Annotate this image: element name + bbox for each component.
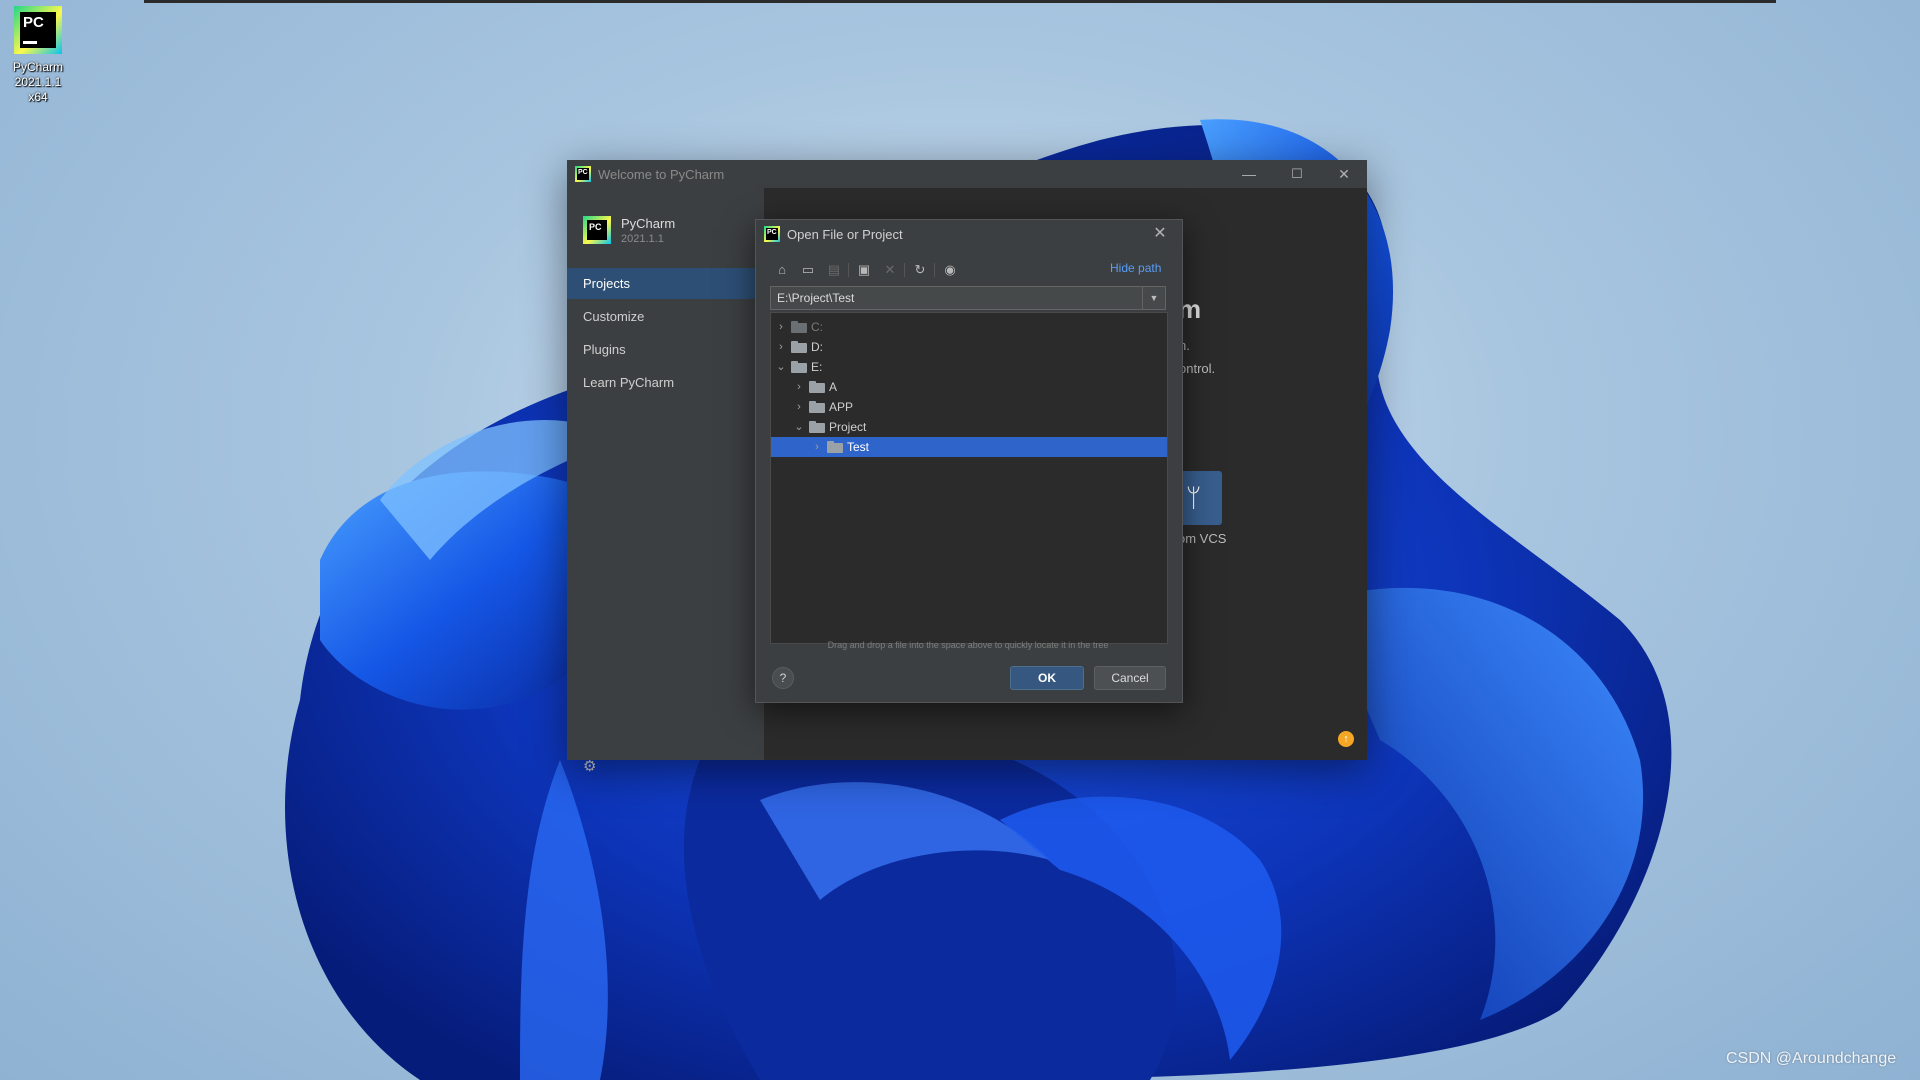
- chevron-down-icon[interactable]: ⌄: [793, 419, 805, 435]
- pycharm-logo-icon: PC: [14, 6, 62, 54]
- tree-row-a[interactable]: › A: [771, 377, 1167, 397]
- file-tree[interactable]: › C: › D: ⌄ E: › A › APP ⌄ Project › Tes…: [770, 312, 1168, 644]
- vcs-icon: ᛘ: [1185, 483, 1202, 513]
- drive-icon: [791, 321, 807, 333]
- tree-row-project[interactable]: ⌄ Project: [771, 417, 1167, 437]
- minimize-button[interactable]: —: [1239, 164, 1259, 184]
- tree-row-test[interactable]: › Test: [771, 437, 1167, 457]
- nav-customize[interactable]: Customize: [567, 301, 764, 332]
- folder-icon: [809, 421, 825, 433]
- hide-path-link[interactable]: Hide path: [1110, 261, 1161, 275]
- tree-row-c[interactable]: › C:: [771, 317, 1167, 337]
- drive-icon: [791, 361, 807, 373]
- refresh-icon[interactable]: ↻: [910, 260, 930, 280]
- product-version: 2021.1.1: [621, 233, 664, 245]
- dialog-close-button[interactable]: ✕: [1148, 222, 1172, 246]
- welcome-titlebar[interactable]: PC Welcome to PyCharm — ☐ ✕: [567, 160, 1367, 188]
- tree-row-d[interactable]: › D:: [771, 337, 1167, 357]
- dialog-title: Open File or Project: [787, 227, 903, 242]
- project-folder-icon[interactable]: ▤: [824, 260, 844, 280]
- nav-plugins[interactable]: Plugins: [567, 334, 764, 365]
- tree-row-app[interactable]: › APP: [771, 397, 1167, 417]
- window-close-button[interactable]: ✕: [1334, 164, 1354, 184]
- folder-icon: [809, 401, 825, 413]
- window-title: Welcome to PyCharm: [598, 167, 725, 182]
- chevron-right-icon[interactable]: ›: [793, 379, 805, 395]
- nav-learn-pycharm[interactable]: Learn PyCharm: [567, 367, 764, 398]
- open-file-dialog: PC Open File or Project ✕ ⌂ ▭ ▤ ▣ ✕ ↻ ◉ …: [755, 219, 1183, 703]
- product-name: PyCharm: [621, 216, 676, 231]
- ok-button[interactable]: OK: [1010, 666, 1084, 690]
- chevron-right-icon[interactable]: ›: [811, 439, 823, 455]
- nav-projects[interactable]: Projects: [567, 268, 764, 299]
- pycharm-app-icon: PC: [764, 226, 780, 242]
- chevron-right-icon[interactable]: ›: [775, 319, 787, 335]
- tree-row-e[interactable]: ⌄ E:: [771, 357, 1167, 377]
- dialog-titlebar[interactable]: PC Open File or Project: [756, 220, 1182, 248]
- new-folder-icon[interactable]: ▣: [854, 260, 874, 280]
- settings-gear-icon[interactable]: ⚙: [583, 757, 596, 775]
- drive-icon: [791, 341, 807, 353]
- drag-drop-hint: Drag and drop a file into the space abov…: [827, 640, 1109, 650]
- welcome-sidebar: PC PyCharm 2021.1.1 Projects Customize P…: [567, 188, 764, 775]
- home-icon[interactable]: ⌂: [772, 260, 792, 280]
- desktop-shortcut-label: PyCharm 2021.1.1 x64: [12, 60, 63, 104]
- desktop-shortcut-pycharm[interactable]: PC PyCharm 2021.1.1 x64: [4, 6, 72, 105]
- chevron-right-icon[interactable]: ›: [793, 399, 805, 415]
- show-hidden-icon[interactable]: ◉: [940, 260, 960, 280]
- welcome-text-fragment-2: ontrol.: [1179, 361, 1216, 376]
- path-input[interactable]: E:\Project\Test: [777, 291, 854, 305]
- help-icon[interactable]: ?: [772, 667, 794, 689]
- chevron-down-icon[interactable]: ▼: [1142, 287, 1165, 309]
- cancel-button[interactable]: Cancel: [1094, 666, 1166, 690]
- chevron-down-icon[interactable]: ⌄: [775, 359, 787, 375]
- folder-icon: [809, 381, 825, 393]
- get-from-vcs-label: om VCS: [1178, 531, 1227, 546]
- pycharm-logo-icon: PC: [583, 216, 611, 244]
- delete-icon[interactable]: ✕: [880, 260, 900, 280]
- watermark: CSDN @Aroundchange: [1726, 1050, 1897, 1067]
- folder-icon: [827, 441, 843, 453]
- pycharm-app-icon: PC: [575, 166, 591, 182]
- desktop-icon[interactable]: ▭: [798, 260, 818, 280]
- update-notification-icon[interactable]: ↑: [1338, 731, 1354, 747]
- chevron-right-icon[interactable]: ›: [775, 339, 787, 355]
- path-combobox[interactable]: E:\Project\Test ▼: [770, 286, 1166, 310]
- maximize-button[interactable]: ☐: [1287, 164, 1307, 184]
- top-edge-bar: [144, 0, 1776, 3]
